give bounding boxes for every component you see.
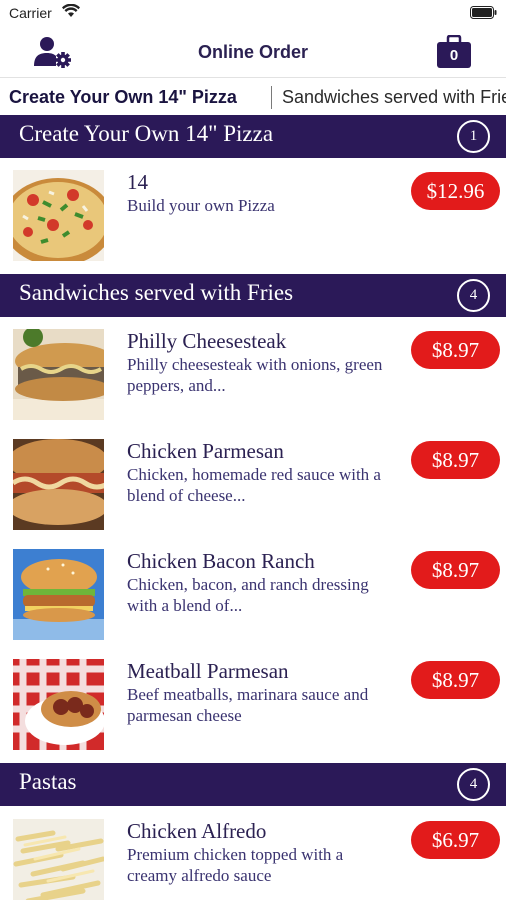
menu-item[interactable]: Philly Cheesesteak Philly cheesesteak wi…	[0, 318, 506, 428]
cart-count: 0	[449, 47, 459, 64]
price-button[interactable]: $8.97	[411, 331, 500, 369]
item-description: Premium chicken topped with a creamy alf…	[127, 845, 344, 885]
section-title: Sandwiches served with Fries	[19, 280, 294, 305]
item-name: Meatball Parmesan	[127, 659, 289, 683]
pizza-image	[13, 170, 104, 261]
chicken-parmesan-image	[13, 439, 104, 530]
section-count-badge: 1	[457, 120, 490, 153]
category-tab-pizza[interactable]: Create Your Own 14" Pizza	[9, 87, 237, 108]
section-header-pizza: Create Your Own 14" Pizza 1	[0, 115, 506, 158]
section-header-pastas: Pastas 4	[0, 763, 506, 806]
price-button[interactable]: $8.97	[411, 661, 500, 699]
item-name: Chicken Alfredo	[127, 819, 267, 843]
item-name: Chicken Parmesan	[127, 439, 284, 463]
price-button[interactable]: $8.97	[411, 441, 500, 479]
meatball-sub-image	[13, 659, 104, 750]
tab-divider	[271, 86, 272, 109]
section-count-badge: 4	[457, 279, 490, 312]
menu-item[interactable]: Chicken Alfredo Premium chicken topped w…	[0, 808, 506, 900]
menu-item[interactable]: Chicken Bacon Ranch Chicken, bacon, and …	[0, 538, 506, 648]
battery-icon	[470, 6, 497, 19]
philly-cheesesteak-image	[13, 329, 104, 420]
nav-bar: Online Order 0	[0, 30, 506, 78]
price-button[interactable]: $6.97	[411, 821, 500, 859]
price-button[interactable]: $8.97	[411, 551, 500, 589]
section-count-badge: 4	[457, 768, 490, 801]
item-name: Chicken Bacon Ranch	[127, 549, 315, 573]
item-name: 14	[127, 170, 148, 194]
section-header-sandwiches: Sandwiches served with Fries 4	[0, 274, 506, 317]
item-name: Philly Cheesesteak	[127, 329, 287, 353]
category-tab-sandwiches[interactable]: Sandwiches served with Fries	[282, 87, 506, 108]
page-title: Online Order	[197, 42, 309, 62]
category-tabs: Create Your Own 14" Pizza Sandwiches ser…	[0, 79, 506, 115]
item-description: Chicken, bacon, and ranch dressing with …	[127, 575, 369, 615]
section-title: Create Your Own 14" Pizza	[19, 121, 274, 146]
menu-item[interactable]: 14 Build your own Pizza $12.96	[0, 159, 506, 269]
status-bar: Carrier	[0, 0, 506, 30]
section-title: Pastas	[19, 769, 77, 794]
chicken-alfredo-image	[13, 819, 104, 900]
shopping-bag-icon[interactable]: 0	[436, 35, 472, 69]
wifi-icon	[62, 4, 80, 17]
item-description: Build your own Pizza	[127, 196, 275, 215]
carrier-label: Carrier	[9, 5, 52, 21]
chicken-bacon-ranch-image	[13, 549, 104, 640]
item-description: Beef meatballs, marinara sauce and parme…	[127, 685, 369, 725]
item-description: Chicken, homemade red sauce with a blend…	[127, 465, 381, 505]
price-button[interactable]: $12.96	[411, 172, 500, 210]
item-description: Philly cheesesteak with onions, green pe…	[127, 355, 383, 395]
menu-item[interactable]: Chicken Parmesan Chicken, homemade red s…	[0, 428, 506, 538]
menu-item[interactable]: Meatball Parmesan Beef meatballs, marina…	[0, 648, 506, 758]
